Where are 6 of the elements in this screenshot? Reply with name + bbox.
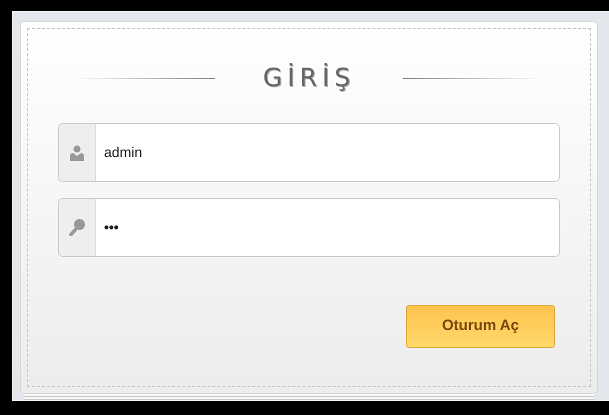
username-field[interactable]: admin [58, 123, 560, 182]
password-field[interactable]: ••• [58, 198, 560, 257]
key-icon [69, 218, 85, 236]
login-button[interactable]: Oturum Aç [406, 305, 555, 348]
login-title: GİRİŞ [262, 62, 356, 94]
user-icon [70, 144, 84, 160]
